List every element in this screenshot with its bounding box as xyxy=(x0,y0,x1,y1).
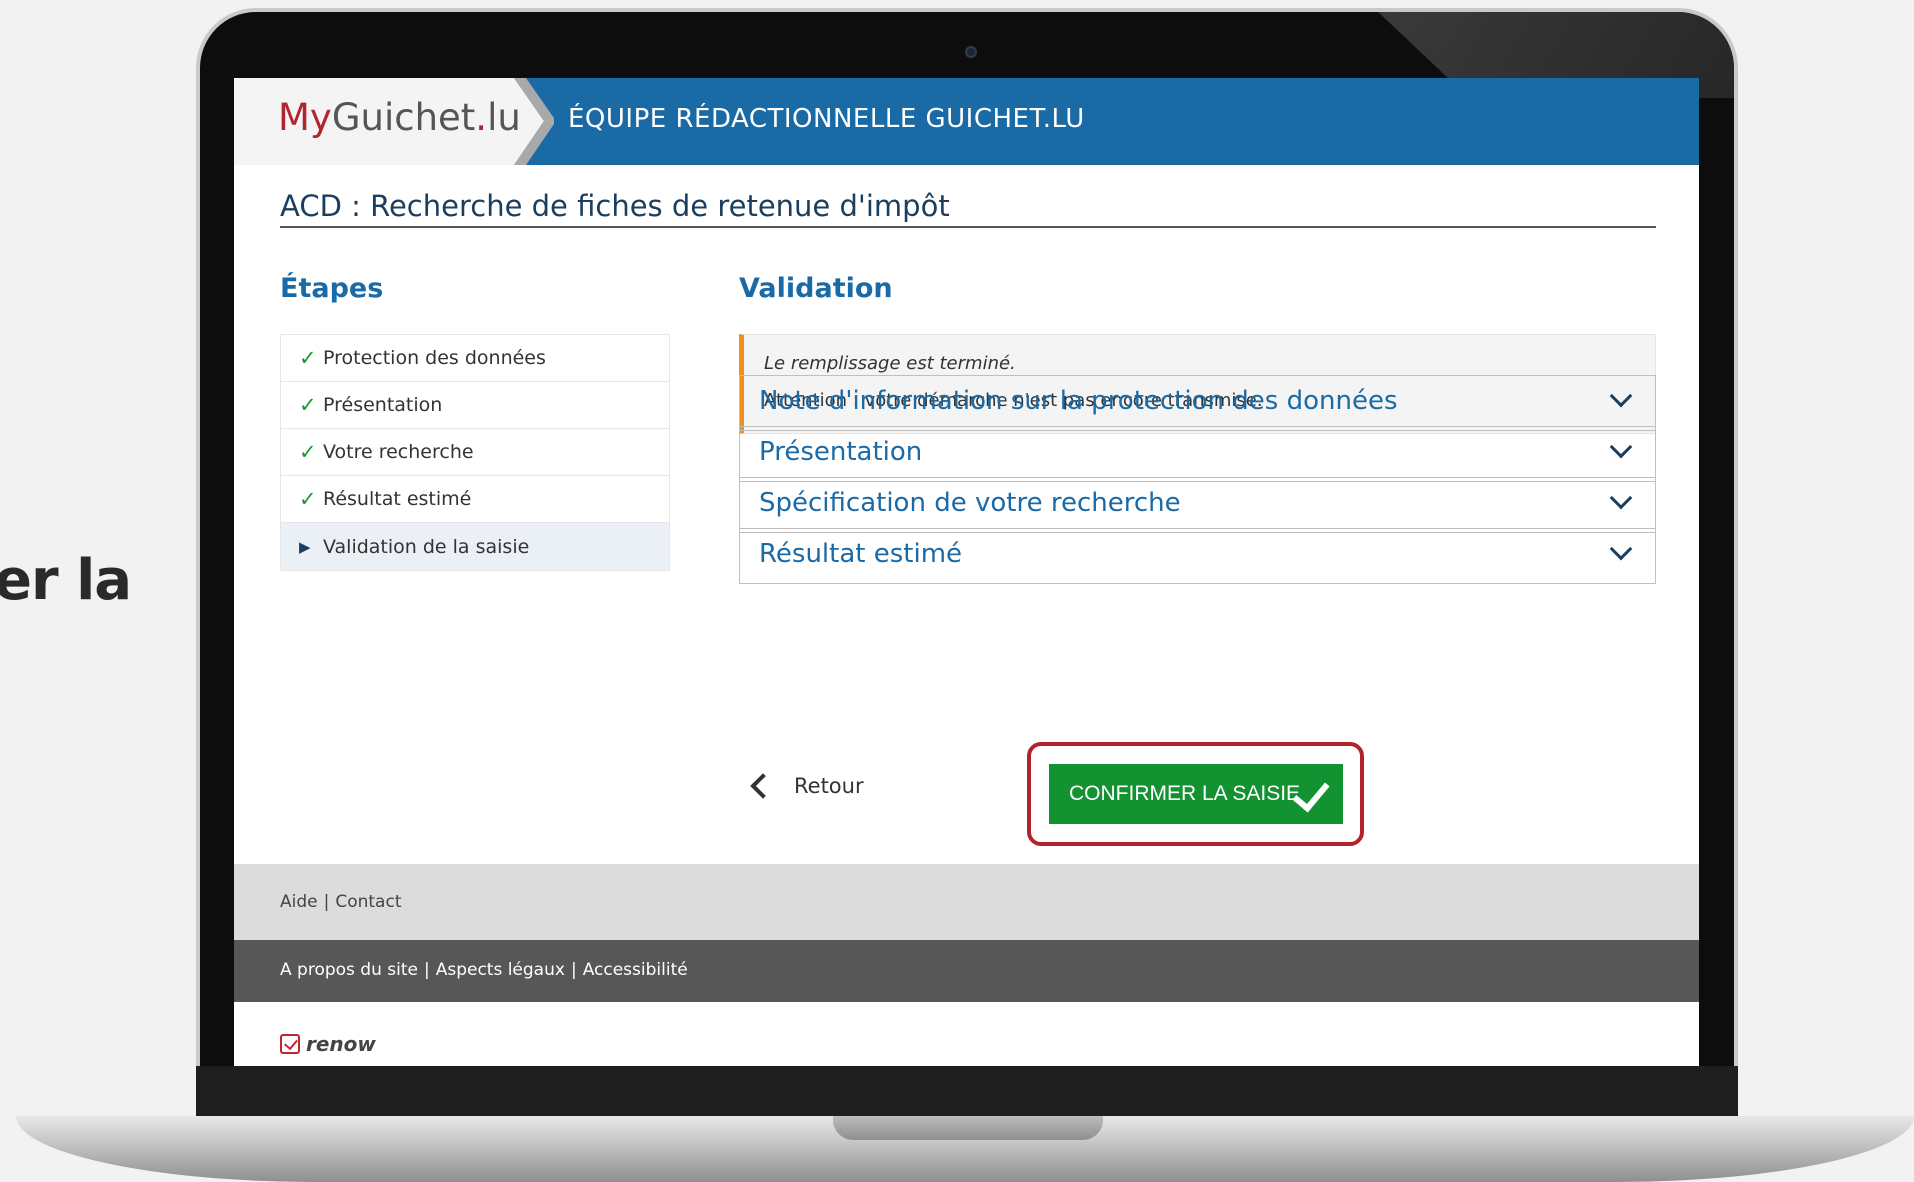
step-validation[interactable]: ▶ Validation de la saisie xyxy=(281,523,669,570)
back-button[interactable]: Retour xyxy=(750,773,864,799)
check-icon: ✓ xyxy=(299,346,317,370)
browser-screen: MyGuichet.lu ÉQUIPE RÉDACTIONNELLE GUICH… xyxy=(234,78,1699,1066)
checkbox-logo-icon xyxy=(280,1034,300,1054)
camera-icon xyxy=(965,46,977,58)
chevron-left-icon xyxy=(750,773,776,799)
chevron-down-icon xyxy=(1609,384,1633,408)
accordion-protection[interactable]: Note d'information sur la protection des… xyxy=(739,375,1656,431)
page-title: ACD : Recherche de fiches de retenue d'i… xyxy=(280,189,950,223)
footer-legal: A propos du site | Aspects légaux | Accessib… xyxy=(234,940,1699,1002)
check-icon: ✓ xyxy=(299,440,317,464)
accordion-presentation[interactable]: Présentation xyxy=(739,426,1656,482)
footer-help: Aide | Contact xyxy=(234,864,1699,940)
site-header: MyGuichet.lu ÉQUIPE RÉDACTIONNELLE GUICH… xyxy=(234,78,1699,165)
title-divider xyxy=(280,226,1656,228)
legal-link[interactable]: Aspects légaux xyxy=(436,960,565,980)
chevron-down-icon xyxy=(1609,435,1633,459)
about-link[interactable]: A propos du site xyxy=(280,960,418,980)
step-resultat[interactable]: ✓ Résultat estimé xyxy=(281,476,669,523)
checkmark-icon xyxy=(1292,773,1330,813)
laptop-notch xyxy=(833,1116,1103,1140)
validation-heading: Validation xyxy=(739,273,893,304)
side-caption-text: er la xyxy=(0,548,132,613)
chevron-down-icon xyxy=(1609,486,1633,510)
step-protection[interactable]: ✓ Protection des données xyxy=(281,335,669,382)
step-recherche[interactable]: ✓ Votre recherche xyxy=(281,429,669,476)
accordion-specification[interactable]: Spécification de votre recherche xyxy=(739,477,1656,533)
contact-link[interactable]: Contact xyxy=(335,892,401,912)
myguichet-logo[interactable]: MyGuichet.lu xyxy=(278,96,521,139)
renow-logo[interactable]: renow xyxy=(280,1032,376,1056)
check-icon: ✓ xyxy=(299,487,317,511)
caret-right-icon: ▶ xyxy=(299,537,311,556)
chevron-down-icon xyxy=(1609,537,1633,561)
help-link[interactable]: Aide xyxy=(280,892,318,912)
accessibility-link[interactable]: Accessibilité xyxy=(583,960,688,980)
confirm-button[interactable]: CONFIRMER LA SAISIE xyxy=(1049,764,1343,824)
steps-list: ✓ Protection des données ✓ Présentation ✓ V… xyxy=(280,334,670,571)
alert-line-1: Le remplissage est terminé. xyxy=(764,353,1016,374)
step-presentation[interactable]: ✓ Présentation xyxy=(281,382,669,429)
team-name: ÉQUIPE RÉDACTIONNELLE GUICHET.LU xyxy=(568,104,1085,134)
steps-heading: Étapes xyxy=(280,273,384,304)
check-icon: ✓ xyxy=(299,393,317,417)
laptop-bezel xyxy=(196,1066,1738,1118)
accordion-resultat[interactable]: Résultat estimé xyxy=(739,528,1656,584)
